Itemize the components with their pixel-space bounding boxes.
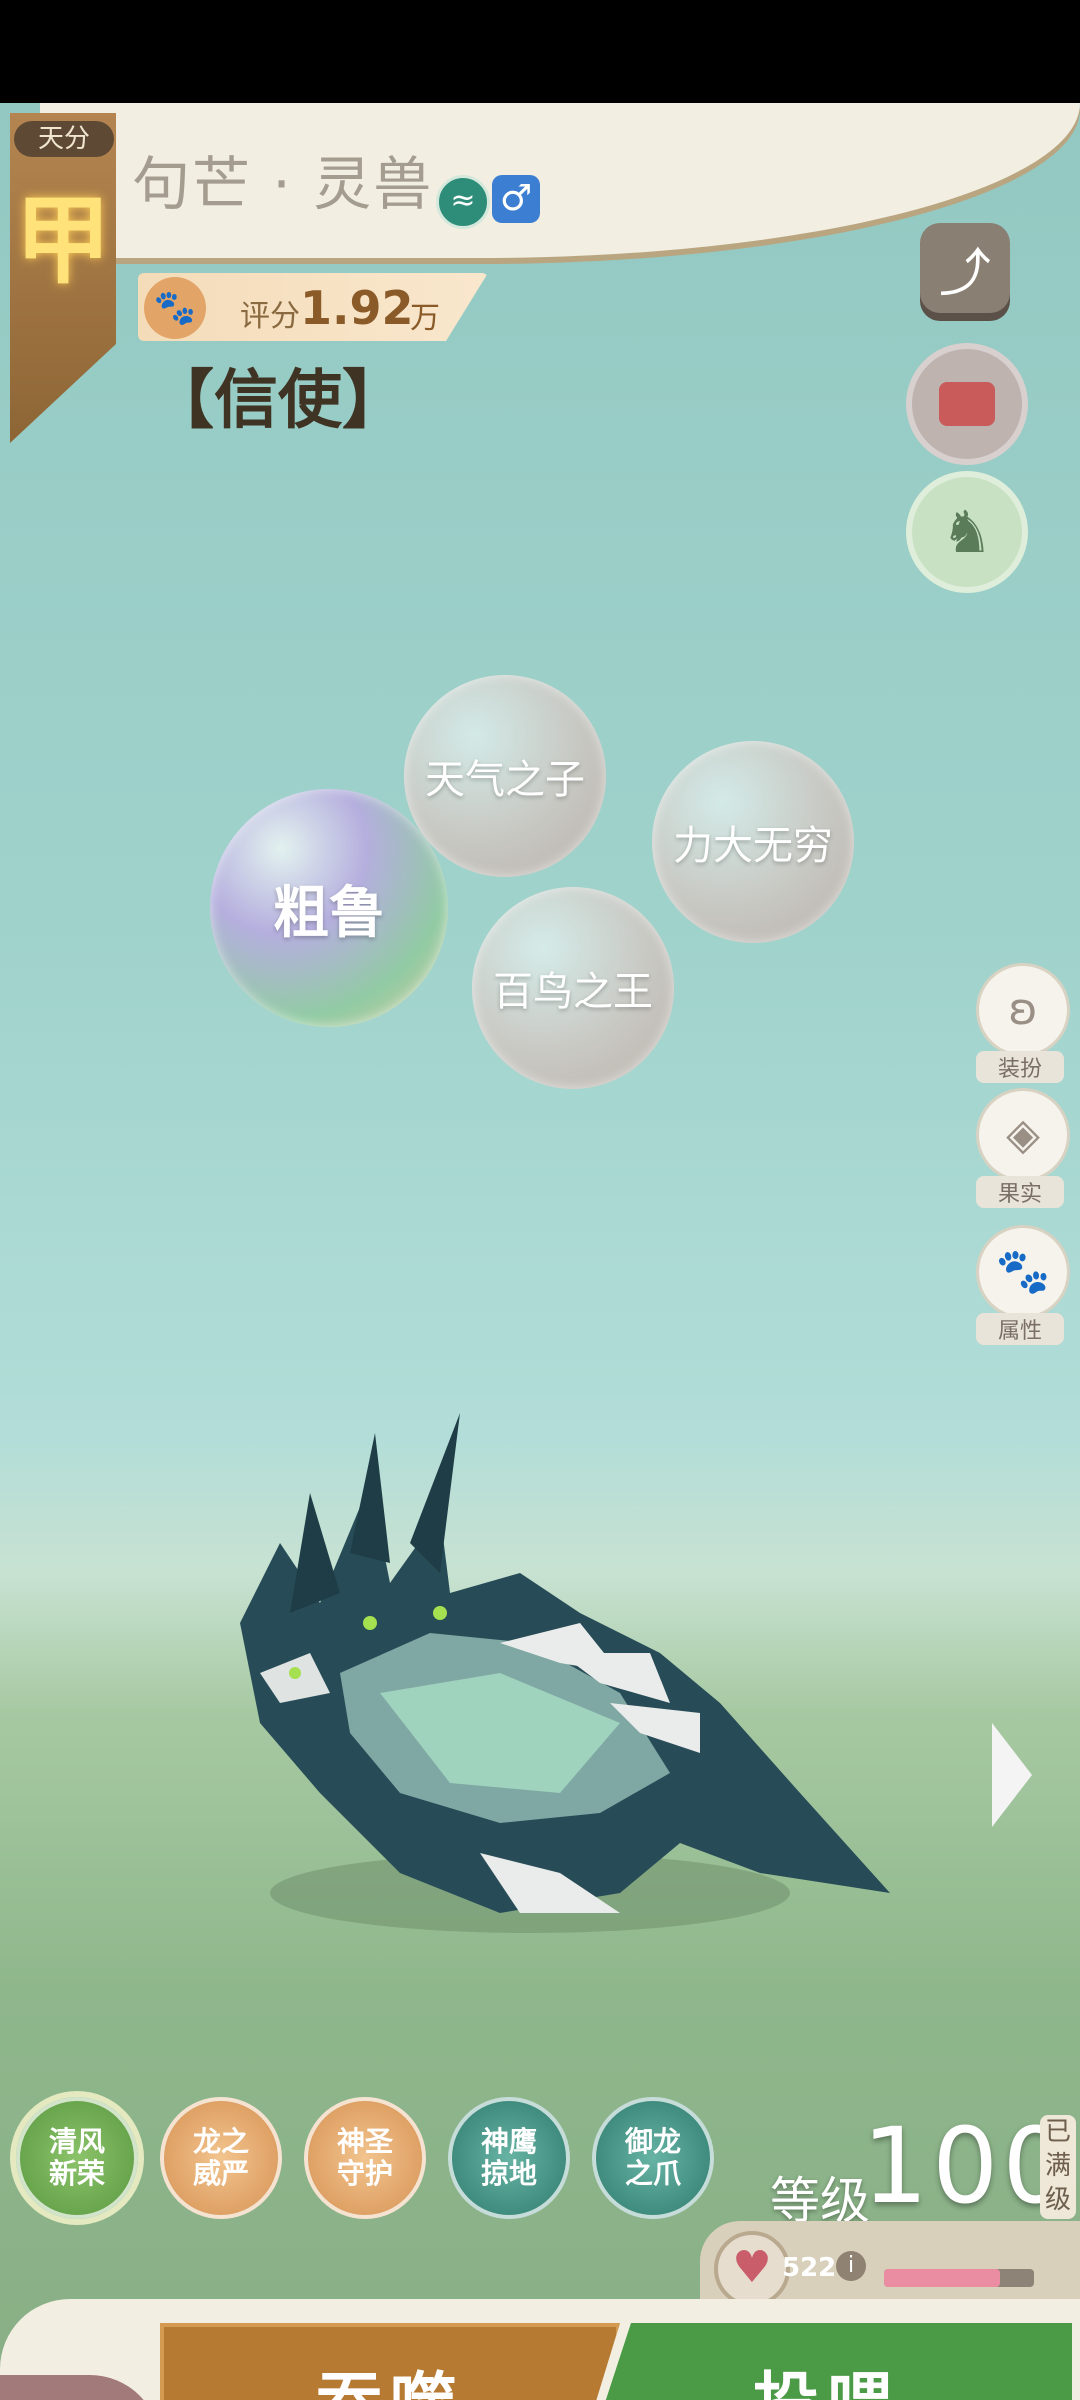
- lock-icon: [939, 382, 995, 426]
- hp-bar-fill: [884, 2269, 1000, 2287]
- paw-icon: 🐾: [976, 1225, 1070, 1319]
- creature-icon: ♞: [941, 498, 993, 566]
- pet-title: 句芒 · 灵兽: [132, 150, 434, 218]
- status-bar: [0, 0, 1080, 103]
- pet-role: 【信使】: [150, 364, 406, 438]
- male-gender-icon: ♂: [492, 175, 540, 223]
- feed-button[interactable]: 投喂: [582, 2323, 1072, 2400]
- creature-sprite[interactable]: [200, 1373, 920, 1993]
- lock-button[interactable]: [906, 343, 1028, 465]
- skill-icon[interactable]: 御龙 之爪: [592, 2097, 714, 2219]
- wind-element-icon: ≈: [436, 175, 490, 229]
- dress-up-label: 装扮: [976, 1051, 1064, 1083]
- skill-icon[interactable]: 神圣 守护: [304, 2097, 426, 2219]
- max-level-tag: 已 满 级: [1040, 2115, 1076, 2219]
- pet-gallery-button[interactable]: ♞: [906, 471, 1028, 593]
- next-pet-arrow[interactable]: [992, 1723, 1032, 1827]
- skill-icon[interactable]: 神鹰 掠地: [448, 2097, 570, 2219]
- trait-bubble[interactable]: 天气之子: [404, 675, 606, 877]
- devour-button[interactable]: 吞噬: [160, 2323, 620, 2400]
- share-icon: ⤴: [938, 243, 991, 304]
- paw-icon: 🐾: [144, 277, 206, 339]
- game-scene: 天分 甲 句芒 · 灵兽 ≈ ♂ 🐾 评分 1.92 万 【信使】 ⤴ ♞ ʚ …: [0, 103, 1080, 2400]
- grade-value: 甲: [15, 185, 111, 297]
- attribute-button[interactable]: 🐾 属性: [976, 1225, 1070, 1345]
- dress-up-button[interactable]: ʚ 装扮: [976, 963, 1070, 1083]
- grade-label: 天分: [14, 121, 114, 157]
- skill-icon[interactable]: 龙之 威严: [160, 2097, 282, 2219]
- trait-bubble[interactable]: 力大无穷: [652, 741, 854, 943]
- attribute-label: 属性: [976, 1313, 1064, 1345]
- heart-icon: ♥: [714, 2231, 790, 2307]
- butterfly-icon: ʚ: [976, 963, 1070, 1057]
- fruit-button[interactable]: ◈ 果实: [976, 1088, 1070, 1208]
- score-value: 1.92: [300, 281, 414, 335]
- trait-bubble-special[interactable]: 粗鲁: [210, 789, 448, 1027]
- fruit-icon: ◈: [976, 1088, 1070, 1182]
- score-unit: 万: [410, 301, 440, 336]
- info-icon[interactable]: i: [836, 2251, 866, 2281]
- share-button[interactable]: ⤴: [920, 223, 1010, 313]
- hp-value: 522: [782, 2253, 837, 2283]
- trait-bubble[interactable]: 百鸟之王: [472, 887, 674, 1089]
- fruit-label: 果实: [976, 1176, 1064, 1208]
- score-label: 评分: [240, 299, 300, 334]
- skill-icon[interactable]: 清风 新荣: [16, 2097, 138, 2219]
